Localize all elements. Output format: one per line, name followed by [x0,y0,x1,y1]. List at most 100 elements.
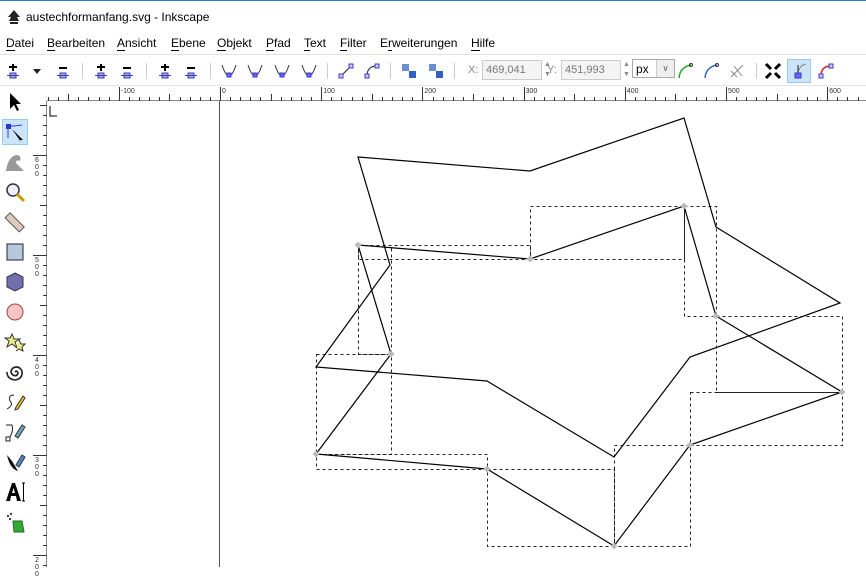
path-node[interactable] [838,388,846,396]
zoom-icon [6,183,26,203]
pencil-icon [6,394,26,411]
tool-star[interactable] [2,329,28,355]
make-line-icon [338,63,354,79]
drawing-canvas[interactable] [47,101,866,567]
menu-ebene[interactable]: Ebene [171,36,206,51]
tool-text[interactable] [2,479,28,505]
object-to-path-button[interactable] [397,59,421,83]
menu-text[interactable]: Text [304,36,327,51]
toolbar-separator [146,63,147,79]
ruler-label: 600 [35,157,39,178]
tool-3dbox[interactable] [2,269,28,295]
symmetric-node-button[interactable] [270,59,294,83]
measure-icon [4,212,25,233]
tool-zoom[interactable] [2,179,28,205]
insert-node-icon [7,64,19,79]
tool-ellipse[interactable] [2,299,28,325]
tool-pen[interactable] [2,419,28,445]
show-handles-button[interactable] [787,59,811,83]
menu-label: Pfad [266,36,291,50]
tool-pencil[interactable] [2,389,28,415]
menu-bearbeiten[interactable]: Bearbeiten [47,36,105,51]
menu-filter[interactable]: Filter [340,36,367,51]
ruler-label: 400 [626,88,639,95]
menu-label: Datei [6,36,35,50]
ruler-label: 0 [222,88,226,95]
menu-objekt[interactable]: Objekt [217,36,252,51]
outer-star-path[interactable] [314,117,842,458]
show-bbox-icon [730,64,744,78]
spray-icon [7,513,25,533]
stroke-to-path-icon [429,64,443,78]
rect-icon [6,243,24,261]
x-coordinate-input[interactable]: 469,041 [482,60,542,80]
show-transform-handles-button[interactable] [761,59,785,83]
text-icon [6,482,25,502]
insert-node-menu-button[interactable] [25,59,49,83]
tool-spray[interactable] [2,509,28,535]
horizontal-ruler[interactable]: -100 0 100 200 300 400 500 600 [47,87,866,101]
unit-select[interactable]: px ∨ [632,59,675,78]
make-line-button[interactable] [334,59,358,83]
menu-label: Hilfe [471,36,496,50]
menu-label: Text [304,36,327,50]
path-node[interactable] [712,312,720,320]
tool-measure[interactable] [2,209,28,235]
access-key-underline [6,50,15,51]
access-key-underline [47,50,56,51]
show-bbox-button[interactable] [725,59,749,83]
selected-star-path[interactable] [314,205,844,547]
access-key-underline [471,50,480,51]
access-key-underline [217,50,227,51]
access-key-underline [388,50,392,51]
ruler-corner [33,87,47,101]
stroke-to-path-button[interactable] [424,59,448,83]
toolbar-separator [390,63,391,79]
segment-bbox [614,445,691,547]
menu-hilfe[interactable]: Hilfe [471,36,496,51]
star-icon [4,332,26,352]
break-path-button[interactable] [115,59,139,83]
tool-tweak[interactable] [2,149,28,175]
inkscape-logo-icon [8,10,20,24]
tool-selector[interactable] [2,89,28,115]
y-coordinate-input[interactable]: 451,993 [561,60,621,80]
path-node[interactable] [680,202,688,210]
menu-datei[interactable]: Datei [6,36,35,51]
cusp-node-button[interactable] [217,59,241,83]
segment-bbox [690,392,843,446]
smooth-node-button[interactable] [243,59,267,83]
ruler-label: 400 [35,357,39,378]
vertical-ruler[interactable]: 600 500 400 300 200 [33,101,47,578]
path-node[interactable] [483,465,491,473]
show-transform-handles-icon [764,62,782,80]
auto-smooth-node-button[interactable] [297,59,321,83]
tool-calligraphy[interactable] [2,449,28,475]
menu-erweiterungen[interactable]: Erweiterungen [380,36,457,51]
join-nodes-button[interactable] [89,59,113,83]
segment-bbox [530,206,685,260]
calligraphy-icon [7,454,26,471]
show-path-effect-button[interactable] [814,59,838,83]
node-toolbar: X: 469,041 ▲ ▼ Y: 451,993 ▲ ▼ [0,54,866,86]
make-curve-button[interactable] [360,59,384,83]
tool-node[interactable] [2,119,28,145]
menu-label: Filter [340,36,367,50]
join-segment-button[interactable] [153,59,177,83]
toolbar-separator [82,63,83,79]
access-key-underline [340,50,348,51]
delete-segment-button[interactable] [179,59,203,83]
delete-node-button[interactable] [51,59,75,83]
show-path-outline-button[interactable] [699,59,723,83]
menu-pfad[interactable]: Pfad [266,36,291,51]
tool-rect[interactable] [2,239,28,265]
menu-ansicht[interactable]: Ansicht [117,36,156,51]
3dbox-icon [6,272,24,292]
unit-value: px [636,62,649,76]
path-node[interactable] [354,241,362,249]
path-node[interactable] [526,255,534,263]
y-spin-button[interactable]: ▲ ▼ [621,60,632,80]
next-path-effect-button[interactable] [673,59,697,83]
insert-node-button[interactable] [1,59,25,83]
tool-spiral[interactable] [2,359,28,385]
